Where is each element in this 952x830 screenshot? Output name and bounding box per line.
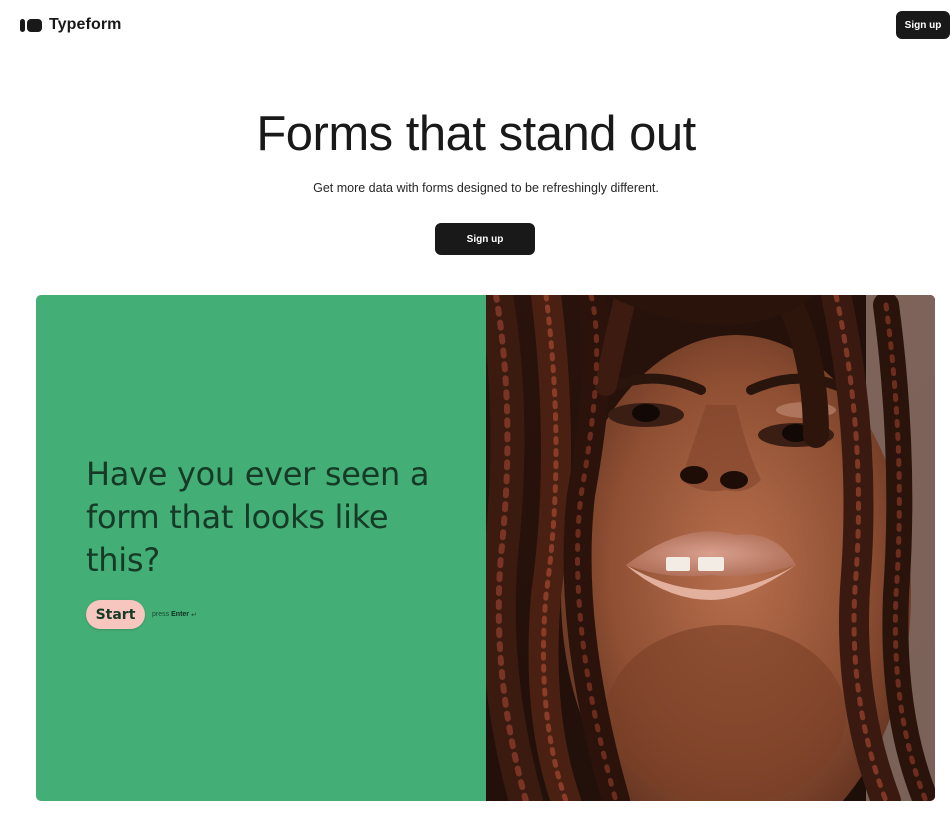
enter-icon: ↵ (191, 611, 197, 619)
top-header: Typeform Sign up (0, 0, 952, 50)
portrait-illustration (486, 295, 935, 801)
hint-prefix: press (152, 611, 170, 618)
hero-subtitle: Get more data with forms designed to be … (313, 181, 659, 195)
header-signup-button[interactable]: Sign up (896, 11, 950, 39)
brand-name: Typeform (49, 16, 122, 33)
portrait-photo (486, 295, 935, 801)
form-question: Have you ever seen a form that looks lik… (86, 455, 430, 579)
demo-form-card: Have you ever seen a form that looks lik… (36, 295, 935, 801)
start-row: Start press Enter ↵ (86, 600, 197, 629)
hint-key: Enter (171, 611, 190, 618)
typeform-logo-icon (20, 18, 42, 32)
start-button[interactable]: Start (86, 600, 145, 629)
hero-signup-button[interactable]: Sign up (435, 223, 535, 255)
typeform-logo[interactable]: Typeform (20, 14, 122, 36)
demo-form-panel: Have you ever seen a form that looks lik… (36, 295, 486, 801)
page: Typeform Sign up Forms that stand out Ge… (0, 0, 952, 830)
hero-title: Forms that stand out (256, 107, 696, 161)
press-enter-hint: press Enter ↵ (152, 611, 197, 619)
